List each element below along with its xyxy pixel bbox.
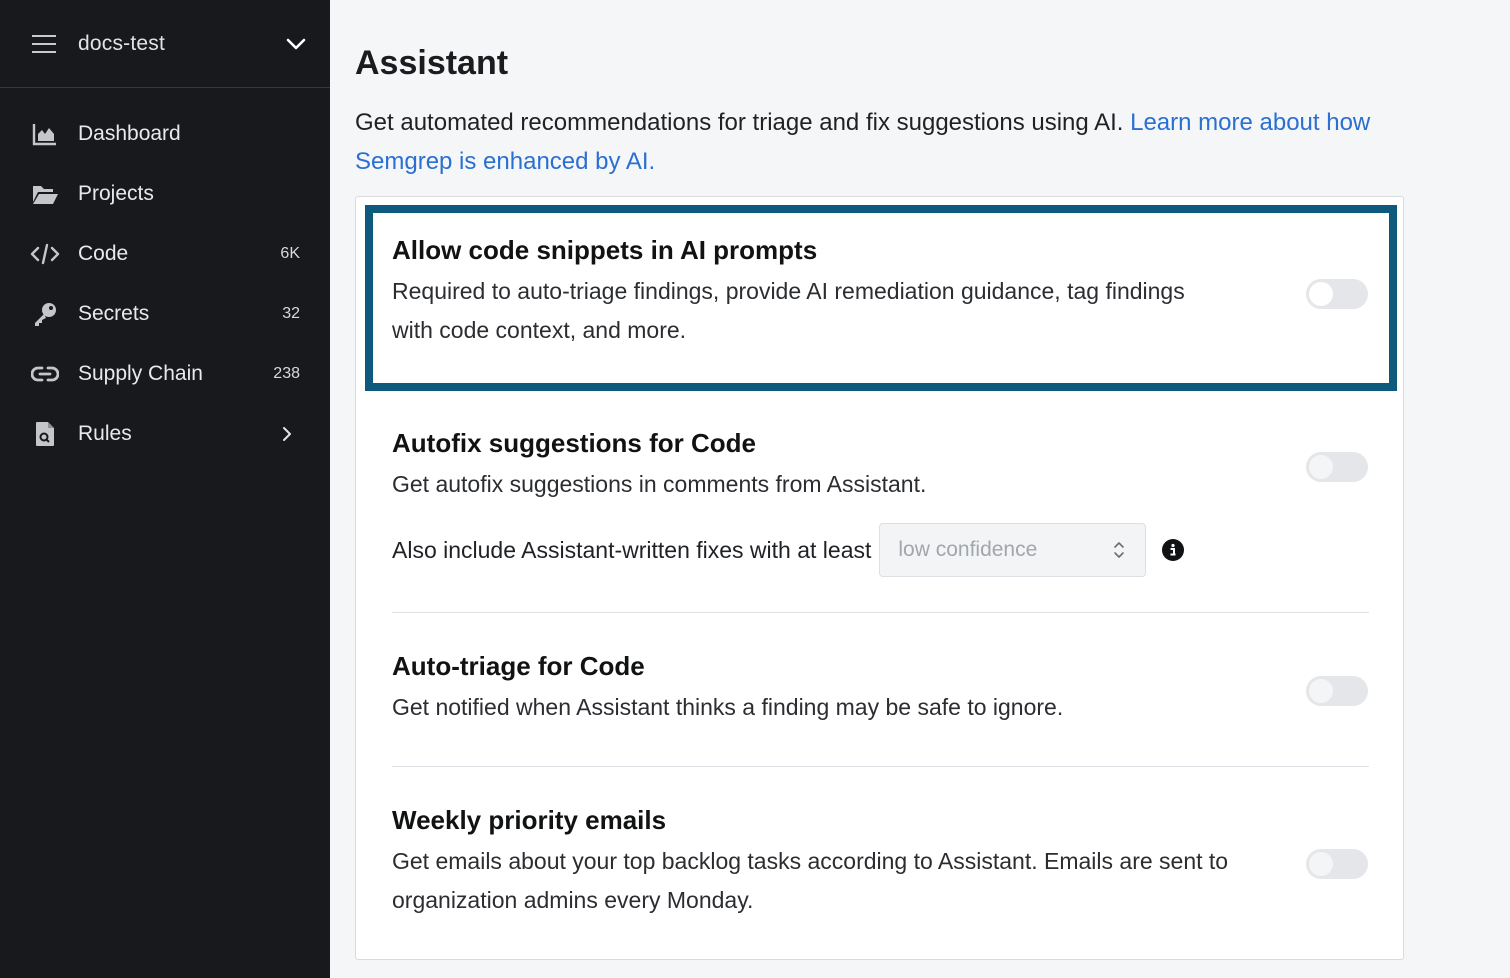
setting-description: Get autofix suggestions in comments from…: [392, 471, 927, 497]
setting-description: Required to auto-triage findings, provid…: [392, 278, 1185, 343]
sidebar-item-label: Secrets: [78, 302, 150, 325]
sidebar-item-label: Rules: [78, 422, 132, 445]
setting-title: Allow code snippets in AI prompts: [392, 235, 818, 265]
confidence-label: Also include Assistant-written fixes wit…: [392, 536, 872, 563]
code-count-badge: 6K: [280, 245, 300, 262]
sidebar-item-label: Supply Chain: [78, 362, 203, 385]
sidebar-item-label: Projects: [78, 182, 154, 205]
setting-title: Weekly priority emails: [392, 805, 667, 835]
sidebar-item-supply-chain[interactable]: Supply Chain 238: [0, 344, 330, 404]
setting-auto-triage: Auto-triage for Code Get notified when A…: [392, 651, 1368, 727]
file-search-icon: [30, 419, 60, 449]
menu-icon[interactable]: [32, 34, 56, 53]
setting-description: Get emails about your top backlog tasks …: [392, 848, 1229, 913]
sidebar-item-label: Code: [78, 242, 129, 265]
info-icon[interactable]: [1162, 539, 1185, 561]
secrets-count-badge: 32: [282, 305, 300, 322]
chevron-right-icon[interactable]: [278, 425, 296, 443]
auto-triage-toggle[interactable]: [1306, 676, 1368, 706]
setting-autofix: Autofix suggestions for Code Get autofix…: [392, 428, 1368, 504]
setting-description: Get notified when Assistant thinks a fin…: [392, 694, 1064, 720]
code-icon: [30, 239, 60, 269]
confidence-select-value: low confidence: [898, 538, 1038, 561]
setting-title: Autofix suggestions for Code: [392, 428, 756, 458]
sidebar-nav: Dashboard Projects Code 6K Secrets 32 Su…: [0, 88, 330, 464]
toggle-knob: [1309, 455, 1333, 479]
sidebar-item-rules[interactable]: Rules: [0, 404, 330, 464]
sidebar-item-code[interactable]: Code 6K: [0, 224, 330, 284]
weekly-emails-toggle[interactable]: [1306, 849, 1368, 879]
org-switcher[interactable]: docs-test: [0, 0, 330, 88]
sidebar-item-secrets[interactable]: Secrets 32: [0, 284, 330, 344]
divider: [392, 766, 1369, 767]
sidebar-item-projects[interactable]: Projects: [0, 164, 330, 224]
setting-code-snippets: Allow code snippets in AI prompts Requir…: [392, 235, 1368, 350]
code-snippets-toggle[interactable]: [1306, 279, 1368, 309]
sidebar-item-dashboard[interactable]: Dashboard: [0, 104, 330, 164]
sidebar: docs-test Dashboard Projects Code 6K Sec…: [0, 0, 330, 978]
supply-chain-count-badge: 238: [273, 365, 300, 382]
link-icon: [30, 359, 60, 389]
setting-weekly-emails: Weekly priority emails Get emails about …: [392, 805, 1368, 920]
key-icon: [30, 299, 60, 329]
intro-description: Get automated recommendations for triage…: [355, 109, 1131, 136]
toggle-knob: [1309, 852, 1333, 876]
org-name: docs-test: [78, 31, 165, 55]
page-title: Assistant: [355, 44, 509, 82]
confidence-select[interactable]: low confidence: [879, 523, 1147, 577]
toggle-knob: [1309, 679, 1333, 703]
setting-title: Auto-triage for Code: [392, 651, 645, 681]
toggle-knob: [1309, 282, 1333, 306]
chevron-down-icon[interactable]: [284, 32, 308, 56]
assistant-settings-card: Allow code snippets in AI prompts Requir…: [355, 196, 1404, 960]
folder-open-icon: [30, 179, 60, 209]
sidebar-item-label: Dashboard: [78, 122, 181, 145]
intro-text: Get automated recommendations for triage…: [355, 103, 1400, 181]
divider: [392, 612, 1369, 613]
confidence-row: Also include Assistant-written fixes wit…: [392, 523, 1185, 577]
chevron-up-down-icon: [1114, 542, 1125, 558]
autofix-toggle[interactable]: [1306, 452, 1368, 482]
chart-area-icon: [30, 119, 60, 149]
